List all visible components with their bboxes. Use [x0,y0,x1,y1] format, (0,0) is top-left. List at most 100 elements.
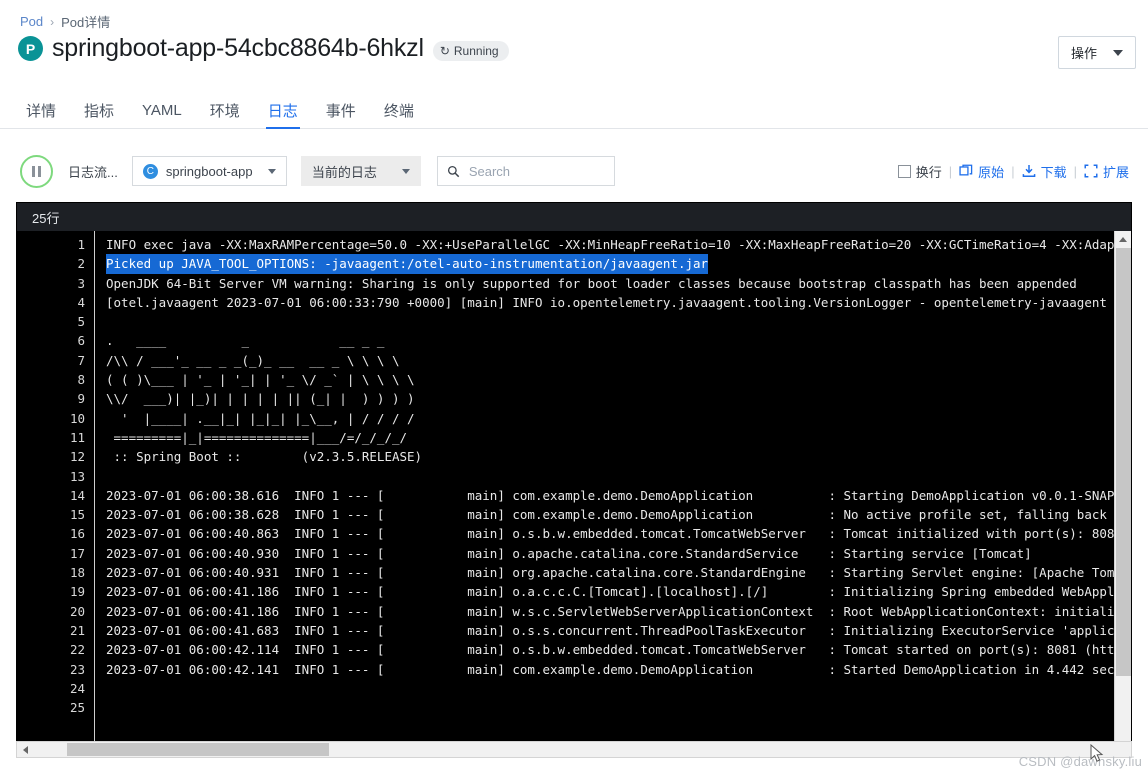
log-line[interactable]: . ____ _ __ _ _ [106,331,1131,350]
breadcrumb-current: Pod详情 [61,15,111,30]
status-badge-label: Running [453,43,499,58]
log-line-number: 25 [69,700,85,716]
log-line-number: 4 [77,294,85,310]
log-line[interactable]: [otel.javaagent 2023-07-01 06:00:33:790 … [106,293,1131,312]
log-lines[interactable]: INFO exec java -XX:MaxRAMPercentage=50.0… [95,231,1131,757]
log-scope-select[interactable]: 当前的日志 [300,156,421,186]
log-line-number: 5 [77,314,85,330]
log-line[interactable] [106,698,1131,717]
log-line[interactable]: /\\ / ___'_ __ _ _(_)_ __ __ _ \ \ \ \ [106,351,1131,370]
log-line[interactable]: 2023-07-01 06:00:41.186 INFO 1 --- [ mai… [106,582,1131,601]
log-viewer[interactable]: 1 2 3 4 5 6 7 8 9 10 11 12 13 14 15 16 17 18 19 20 21 22 23 24 2… [17,231,1131,757]
log-line-number: 22 [69,642,85,658]
chevron-down-icon [267,168,276,174]
log-line[interactable]: 2023-07-01 06:00:41.683 INFO 1 --- [ mai… [106,621,1131,640]
log-line[interactable] [106,679,1131,698]
download-button[interactable]: 下载 [1015,162,1074,181]
log-line-number: 21 [69,622,85,638]
log-line[interactable]: 2023-07-01 06:00:41.186 INFO 1 --- [ mai… [106,602,1131,621]
log-line-number: 9 [77,391,85,407]
breadcrumb: Pod › Pod详情 [20,12,110,31]
action-dropdown-button[interactable]: 操作 [1057,36,1136,69]
log-line[interactable] [106,467,1131,486]
log-line[interactable]: \\/ ___)| |_)| | | | | || (_| | ) ) ) ) [106,389,1131,408]
pause-icon[interactable] [20,154,53,188]
search-icon [447,165,460,177]
log-line-number: 1 [77,237,85,252]
log-line[interactable]: 2023-07-01 06:00:42.141 INFO 1 --- [ mai… [106,660,1131,679]
log-line[interactable]: Picked up JAVA_TOOL_OPTIONS: -javaagent:… [106,254,709,274]
log-line[interactable]: 2023-07-01 06:00:40.863 INFO 1 --- [ mai… [106,524,1131,543]
wrap-toggle[interactable]: 换行 [891,162,949,181]
status-badge: ↻ Running [432,40,509,61]
log-line-number: 7 [77,352,85,368]
log-stream-label: 日志流... [68,164,118,180]
log-line-number: 20 [69,603,85,619]
log-scope-select-value: 当前的日志 [311,164,377,180]
vertical-scroll-thumb[interactable] [1116,248,1131,676]
log-line-number: 23 [69,661,85,677]
tab-metrics[interactable]: 指标 [70,92,128,128]
log-line-number: 2 [77,256,85,272]
log-panel: 25行 1 2 3 4 5 6 7 8 9 10 11 12 13 14 15 16 17 18 19 20 21 22 2… [16,202,1132,758]
log-line-number: 12 [69,449,85,465]
wrap-checkbox[interactable] [897,164,911,178]
scroll-left-icon[interactable] [17,742,34,757]
page-title-row: P springboot-app-54cbc8864b-6hkzl ↻ Runn… [18,34,509,63]
log-line[interactable]: 2023-07-01 06:00:40.930 INFO 1 --- [ mai… [106,544,1131,563]
download-icon [1022,165,1035,177]
log-line-number: 6 [77,333,85,349]
breadcrumb-separator-icon: › [50,14,55,29]
tab-logs[interactable]: 日志 [254,92,312,129]
log-line[interactable]: :: Spring Boot :: (v2.3.5.RELEASE) [106,447,1131,466]
chevron-down-icon [401,168,410,174]
breadcrumb-root[interactable]: Pod [20,14,43,29]
log-line-number: 18 [69,565,85,581]
scroll-up-icon[interactable] [1115,231,1131,248]
log-line-count: 25行 [17,203,1131,231]
download-label: 下载 [1040,164,1067,180]
log-line[interactable]: =========|_|==============|___/=/_/_/_/ [106,428,1131,447]
wrap-label: 换行 [915,164,942,180]
log-line-number: 24 [69,680,85,696]
log-horizontal-scrollbar[interactable] [16,741,1132,758]
log-line-number: 15 [69,507,85,523]
log-line[interactable]: 2023-07-01 06:00:38.616 INFO 1 --- [ mai… [106,486,1131,505]
tab-yaml[interactable]: YAML [128,92,196,128]
tab-environment[interactable]: 环境 [196,92,254,128]
log-line-number: 14 [69,487,85,503]
log-toolbar-actions: 换行 | 原始 | 下载 | 扩展 [891,162,1136,181]
log-line-number-gutter: 1 2 3 4 5 6 7 8 9 10 11 12 13 14 15 16 17 18 19 20 21 22 23 24 2… [17,231,95,757]
tab-events[interactable]: 事件 [312,92,370,128]
search-box[interactable] [436,156,615,186]
pod-avatar: P [18,36,43,61]
log-line-number: 11 [69,429,85,445]
tab-bar: 详情 指标 YAML 环境 日志 事件 终端 [0,92,1148,129]
log-line[interactable]: ' |____| .__|_| |_|_| |_\__, | / / / / [106,409,1131,428]
log-line[interactable]: 2023-07-01 06:00:42.114 INFO 1 --- [ mai… [106,640,1131,659]
log-line[interactable] [106,312,1131,331]
log-line[interactable]: ( ( )\___ | '_ | '_| | '_ \/ _` | \ \ \ … [106,370,1131,389]
refresh-icon: ↻ [439,43,450,58]
container-select[interactable]: C springboot-app [131,156,287,186]
raw-label: 原始 [978,164,1005,180]
log-line-number: 16 [69,526,85,542]
tab-terminal[interactable]: 终端 [370,92,428,128]
container-icon: C [142,163,158,179]
log-line[interactable]: INFO exec java -XX:MaxRAMPercentage=50.0… [106,235,1131,254]
action-dropdown-label: 操作 [1070,46,1097,61]
container-select-value: springboot-app [165,163,253,179]
log-line-number: 13 [69,468,85,484]
log-toolbar: 日志流... C springboot-app 当前的日志 换行 | 原始 | [0,150,1148,192]
tab-details[interactable]: 详情 [12,92,70,128]
expand-button[interactable]: 扩展 [1077,162,1136,181]
search-input[interactable] [466,162,605,180]
raw-button[interactable]: 原始 [952,162,1011,181]
horizontal-scroll-thumb[interactable] [67,743,329,756]
log-line[interactable]: 2023-07-01 06:00:38.628 INFO 1 --- [ mai… [106,505,1131,524]
log-vertical-scrollbar[interactable] [1114,231,1131,757]
log-line[interactable]: OpenJDK 64-Bit Server VM warning: Sharin… [106,274,1131,293]
log-line-number: 3 [77,275,85,291]
log-line[interactable]: 2023-07-01 06:00:40.931 INFO 1 --- [ mai… [106,563,1131,582]
log-line-number: 10 [69,410,85,426]
